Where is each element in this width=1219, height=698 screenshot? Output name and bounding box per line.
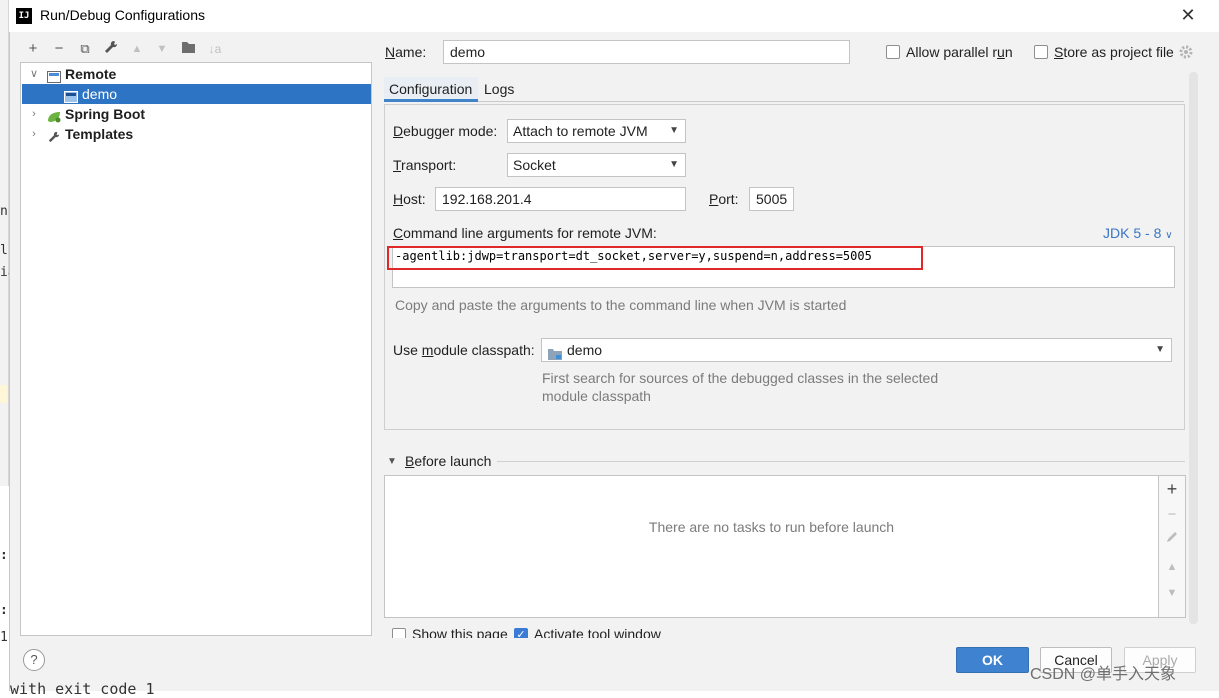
move-task-up-icon[interactable]: ▲ [1162, 557, 1182, 577]
highlight-box [387, 246, 923, 270]
remove-task-icon[interactable]: − [1162, 505, 1182, 525]
tab-logs[interactable]: Logs [484, 81, 514, 97]
module-hint-line2: module classpath [542, 388, 651, 404]
remote-icon [47, 68, 61, 83]
tab-configuration[interactable]: Configuration [384, 77, 478, 101]
copy-configuration-icon[interactable]: ⧉ [75, 40, 95, 58]
jdk-version-link[interactable]: JDK 5 - 8 ∨ [1103, 225, 1173, 241]
tree-item-label: Templates [65, 126, 134, 142]
move-up-icon[interactable]: ▲ [127, 40, 147, 58]
chevron-right-icon[interactable]: › [28, 124, 40, 144]
transport-value: Socket [513, 157, 556, 173]
debugger-mode-label: Debugger mode: [393, 123, 498, 139]
show-this-page-checkbox[interactable] [392, 628, 406, 638]
dropdown-arrow-icon: ▼ [1155, 344, 1165, 355]
tabs-divider [384, 101, 1184, 102]
close-icon[interactable]: ✕ [1178, 4, 1198, 26]
launch-options-row: Show this page ✓ Activate tool window [384, 624, 1184, 638]
transport-select[interactable]: Socket ▼ [507, 153, 686, 177]
background-ide-editor [0, 486, 9, 691]
sort-icon[interactable]: ↓a [205, 40, 225, 58]
new-folder-icon[interactable] [179, 40, 199, 58]
background-fragment: n [0, 204, 8, 219]
port-input[interactable]: 5005 [749, 187, 794, 211]
tab-label: Configuration [389, 81, 473, 97]
before-launch-title[interactable]: Before launch [405, 453, 491, 469]
tree-item-templates[interactable]: › Templates [22, 124, 371, 144]
debugger-mode-select[interactable]: Attach to remote JVM ▼ [507, 119, 686, 143]
folder-icon-glyph [182, 42, 195, 53]
ok-button[interactable]: OK [956, 647, 1029, 673]
activate-tool-window-checkbox[interactable]: ✓ [514, 628, 528, 638]
tree-item-spring-boot[interactable]: › Spring Boot [22, 104, 371, 124]
background-console-text: with exit code 1 [10, 680, 155, 698]
move-down-icon[interactable]: ▼ [152, 40, 172, 58]
cmd-args-hint: Copy and paste the arguments to the comm… [395, 297, 847, 313]
move-task-down-icon[interactable]: ▼ [1162, 583, 1182, 603]
port-label: Port: [709, 191, 739, 207]
spring-boot-icon [47, 108, 61, 123]
wrench-icon[interactable] [101, 40, 121, 58]
tree-item-label: Remote [65, 66, 117, 82]
dropdown-arrow-icon: ▼ [669, 159, 679, 170]
module-classpath-label: Use module classpath: [393, 342, 535, 358]
module-classpath-value: demo [567, 342, 603, 358]
store-as-project-file-checkbox[interactable] [1034, 45, 1048, 59]
transport-label: Transport: [393, 157, 457, 173]
module-classpath-select[interactable]: demo ▼ [541, 338, 1172, 362]
edit-task-icon[interactable] [1162, 530, 1182, 550]
dropdown-arrow-icon: ▼ [669, 125, 679, 136]
collapse-before-launch-icon[interactable]: ▼ [387, 456, 397, 467]
chevron-right-icon[interactable]: › [28, 104, 40, 124]
dialog-title: Run/Debug Configurations [40, 7, 205, 23]
remote-config-icon [64, 88, 78, 103]
help-icon[interactable]: ? [23, 649, 45, 671]
tab-selected-indicator [384, 99, 478, 102]
before-launch-empty-text: There are no tasks to run before launch [648, 519, 895, 535]
name-input[interactable]: demo [443, 40, 850, 64]
wrench-icon [47, 128, 61, 143]
background-fragment: 1 [0, 630, 8, 645]
tree-item-label: Spring Boot [65, 106, 146, 122]
background-fragment: : [0, 603, 8, 618]
scrollbar[interactable] [1189, 72, 1198, 624]
intellij-logo-icon: IJ [16, 8, 32, 24]
name-label: Name: [385, 44, 427, 60]
activate-tool-window-label: Activate tool window [534, 626, 661, 638]
host-label: Host: [393, 191, 426, 207]
configuration-tree: ∨ Remote demo › Spring Boot › Templates [20, 62, 372, 636]
gear-icon[interactable] [1179, 45, 1193, 59]
chevron-down-icon[interactable]: ∨ [28, 64, 40, 84]
background-highlight [0, 385, 7, 403]
add-task-icon[interactable]: + [1162, 479, 1182, 499]
tree-item-remote[interactable]: ∨ Remote [22, 64, 371, 84]
before-launch-list: There are no tasks to run before launch [384, 475, 1159, 618]
host-input[interactable]: 192.168.201.4 [435, 187, 686, 211]
tree-item-label: demo [82, 86, 118, 102]
allow-parallel-run-label: Allow parallel run [906, 44, 1013, 60]
add-configuration-icon[interactable]: + [23, 40, 43, 58]
show-this-page-label: Show this page [412, 626, 508, 638]
before-launch-divider [497, 461, 1185, 462]
module-hint-line1: First search for sources of the debugged… [542, 370, 939, 386]
wrench-icon-glyph [105, 40, 118, 53]
remove-configuration-icon[interactable]: − [49, 40, 69, 58]
debugger-mode-value: Attach to remote JVM [513, 123, 648, 139]
store-as-project-file-label: Store as project file [1054, 44, 1174, 60]
tree-item-demo[interactable]: demo [22, 84, 371, 104]
cmd-args-label: Command line arguments for remote JVM: [393, 225, 657, 241]
watermark: CSDN @单手入天象 [1030, 666, 1177, 683]
background-fragment: : [0, 548, 8, 563]
module-folder-icon [548, 344, 562, 360]
allow-parallel-run-checkbox[interactable] [886, 45, 900, 59]
